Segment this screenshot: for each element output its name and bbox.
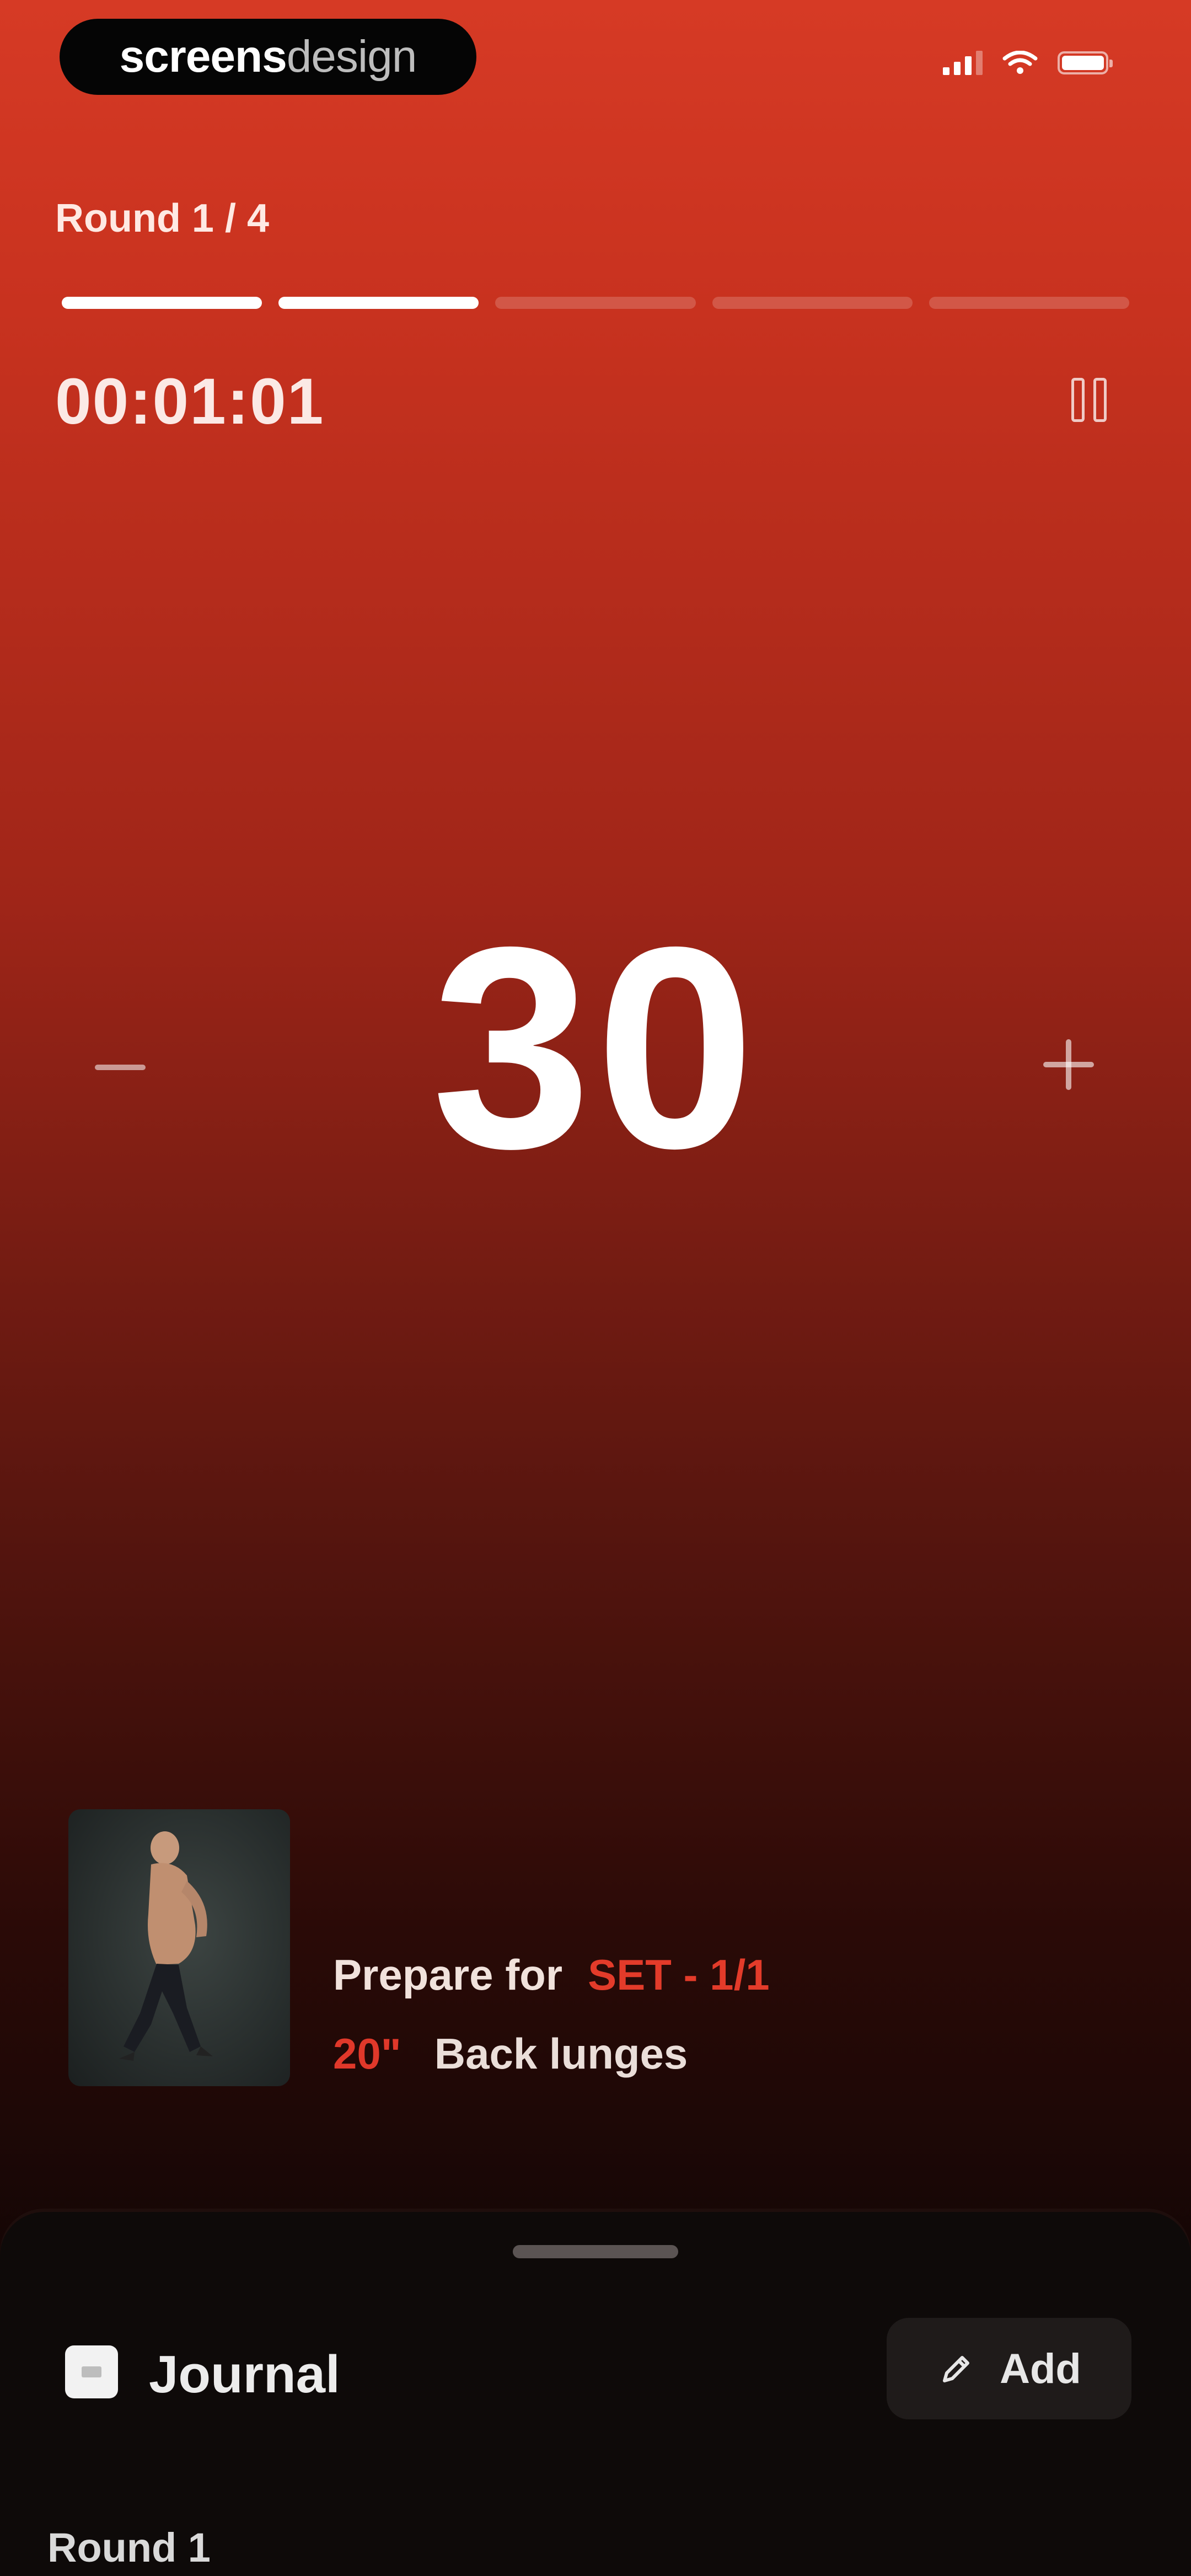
- journal-title: Journal: [149, 2345, 340, 2404]
- wifi-icon: [1002, 51, 1038, 74]
- increase-button[interactable]: [1041, 1037, 1096, 1092]
- progress-segment: [929, 297, 1130, 309]
- exercise-duration: 20": [333, 2029, 401, 2078]
- sheet-grabber-handle[interactable]: [513, 2245, 678, 2258]
- journal-sheet[interactable]: Journal Add Round 1: [0, 2212, 1191, 2576]
- battery-icon: [1058, 51, 1113, 74]
- progress-segment: [278, 297, 479, 309]
- brand-part-bold: screens: [119, 31, 287, 82]
- pencil-icon: [943, 2356, 970, 2382]
- pause-icon: [1071, 378, 1085, 422]
- signal-icon: [943, 51, 983, 75]
- prepare-line: Prepare for SET - 1/1: [333, 1950, 770, 2000]
- set-label: SET - 1/1: [588, 1950, 770, 1999]
- journal-icon: [65, 2345, 118, 2398]
- add-journal-button[interactable]: Add: [887, 2318, 1131, 2419]
- round-label: Round 1 / 4: [55, 196, 270, 241]
- progress-segment: [712, 297, 913, 309]
- prepare-label: Prepare for: [333, 1950, 563, 1999]
- elapsed-time: 00:01:01: [55, 365, 325, 438]
- brand-watermark: screens design: [60, 19, 476, 95]
- countdown-counter: 30: [431, 888, 760, 1208]
- journal-round-heading: Round 1: [47, 2525, 211, 2570]
- progress-segment: [62, 297, 262, 309]
- pause-button[interactable]: [1064, 375, 1114, 425]
- status-icons: [943, 51, 1113, 75]
- exercise-thumbnail[interactable]: [68, 1809, 290, 2086]
- workout-timer-screen: screens design Round 1 / 4 00:01:01 30 P…: [0, 0, 1191, 2576]
- brand-part-light: design: [286, 31, 417, 82]
- athlete-image: [119, 1831, 213, 2061]
- round-progress-bar: [62, 297, 1130, 309]
- progress-segment: [495, 297, 696, 309]
- add-button-label: Add: [1000, 2345, 1081, 2392]
- exercise-name: Back lunges: [434, 2029, 688, 2078]
- exercise-line: 20" Back lunges: [333, 2029, 688, 2079]
